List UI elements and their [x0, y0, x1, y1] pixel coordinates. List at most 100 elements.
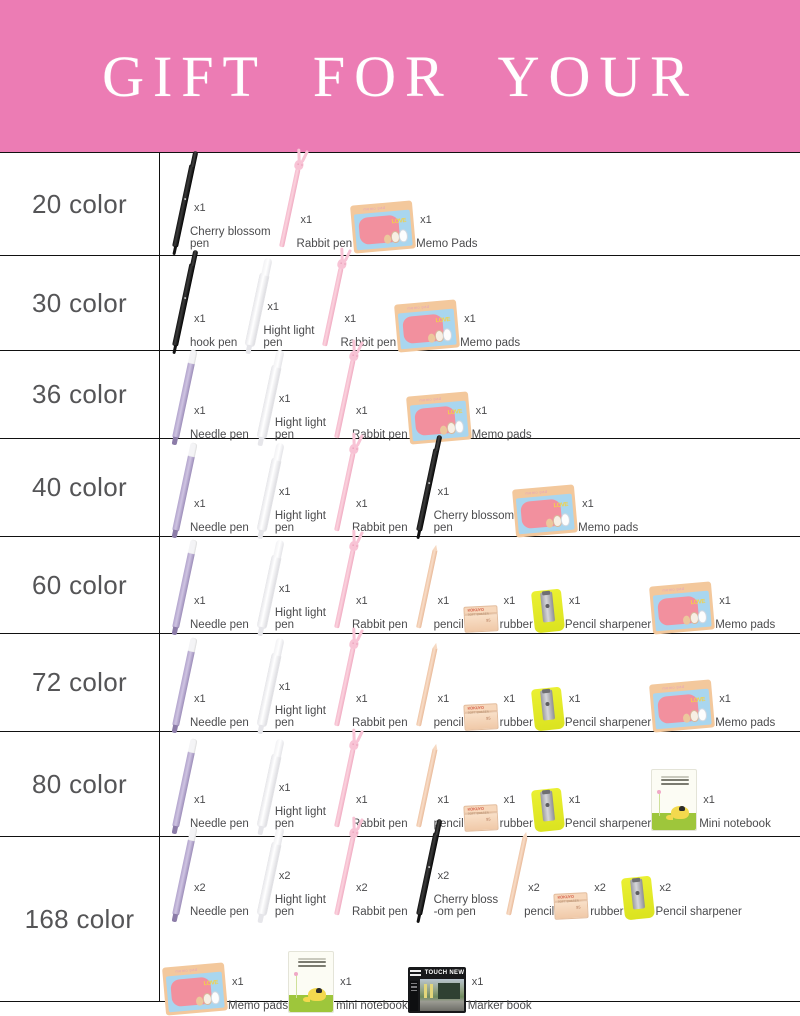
gift-item-name: pencil — [524, 906, 555, 918]
gift-item-name: pencil — [433, 619, 464, 631]
gift-item-meta: x2 Needle pen — [188, 882, 249, 919]
cherry-blossom-pen-image — [164, 159, 196, 251]
highlight-pen-image — [249, 638, 282, 730]
gift-item-meta: x2 Pencil sharpener — [653, 882, 741, 919]
gift-item-meta: x1 Memo pads — [713, 693, 775, 730]
pencil-image — [408, 739, 438, 831]
rubber-eraser-image: KOKUYO SOFT ERASER 95 — [553, 827, 589, 920]
row-label-cell: 40 color — [0, 439, 160, 536]
gift-item: x1 Pencil sharpener — [530, 540, 651, 634]
gift-item-meta: x1 hook pen — [188, 313, 237, 350]
needle-pen-image — [164, 350, 196, 442]
gift-item-meta: x1 mini notebook — [334, 976, 408, 1013]
table-row: 30 color x1 hook pen x1 Hight light pen x1 Rab… — [0, 247, 800, 353]
rabbit-pen-image — [326, 816, 364, 919]
gift-item-meta: x1 Memo pads — [576, 498, 638, 535]
gift-item-meta: x1 Memo pads — [226, 976, 288, 1013]
gift-item-name: Hight light pen — [263, 325, 315, 349]
gift-item-name: Marker book — [467, 1000, 532, 1012]
gift-item-name: Hight light pen — [274, 894, 326, 918]
gift-item: x1 Rabbit pen — [326, 728, 408, 831]
rabbit-pen-image — [326, 432, 364, 535]
gift-item-meta: x1 Memo Pads — [414, 214, 477, 251]
gift-item-name: hook pen — [190, 337, 238, 349]
item-line: x1 Needle pen x1 Hight light pen x1 Rabbit pe… — [164, 627, 798, 733]
gift-item-quantity: x1 — [194, 313, 206, 325]
table-row: 72 color x1 Needle pen x1 Hight light pen x1 R… — [0, 627, 800, 733]
gift-item-quantity: x1 — [471, 976, 484, 988]
gift-item-name: Cherry blossom pen — [433, 509, 515, 534]
gift-item-name: Hight light pen — [274, 704, 326, 729]
memo-pads-image: memo pad LOVE — [394, 258, 461, 353]
gift-item-quantity: x1 — [278, 583, 291, 595]
gift-item: TOUCH NEW x1 Marker book — [407, 921, 532, 1013]
gift-item-meta: x1 Needle pen — [188, 405, 249, 442]
gift-item-meta: x1 Rabbit pen — [350, 595, 408, 632]
gift-item-meta: x1 Memo pads — [470, 405, 532, 442]
marker-book-image: TOUCH NEW — [407, 921, 466, 1013]
gift-item: memo pad LOVE x1 Memo pads — [649, 638, 775, 733]
needle-pen-image — [164, 638, 196, 730]
rabbit-pen-image — [326, 627, 364, 730]
gift-item-quantity: x1 — [355, 794, 368, 806]
gift-item-quantity: x1 — [475, 404, 488, 417]
gift-item-quantity: x1 — [568, 692, 581, 705]
gift-item-meta: x1 pencil — [432, 693, 464, 730]
gift-item-quantity: x1 — [278, 782, 291, 794]
gift-item-name: Memo Pads — [416, 238, 478, 250]
rabbit-pen-image — [326, 529, 364, 632]
gift-item-meta: x1 Pencil sharpener — [563, 693, 651, 730]
pencil-sharpener-image — [530, 638, 566, 731]
gift-item-meta: x2 pencil — [522, 882, 554, 919]
gift-item-quantity: x1 — [355, 404, 368, 417]
gift-item-meta: x1 Pencil sharpener — [563, 794, 651, 831]
gift-item-name: Memo pads — [715, 716, 776, 729]
gift-item: x1 Needle pen — [164, 540, 249, 632]
gift-item: x1 Pencil sharpener — [530, 739, 651, 833]
gift-item-quantity: x1 — [582, 497, 594, 510]
highlight-pen-image — [237, 258, 270, 350]
gift-item-quantity: x2 — [278, 870, 291, 882]
row-items-cell: x1 Needle pen x1 Hight light pen x1 Rabbit pe… — [160, 728, 800, 836]
gift-item-name: Memo pads — [578, 521, 639, 534]
row-items-cell: x1 hook pen x1 Hight light pen x1 Rabbit pen m… — [160, 247, 800, 353]
pencil-image — [498, 827, 528, 919]
gift-item: memo pad LOVE x1 Memo pads — [405, 350, 532, 445]
gift-item-name: Rabbit pen — [340, 337, 397, 349]
gift-item: x1 pencil — [408, 638, 464, 730]
gift-item-quantity: x1 — [719, 692, 731, 705]
row-label: 40 color — [32, 472, 127, 502]
gift-item: x1 mini notebook — [288, 921, 408, 1013]
gift-item-name: Cherry bloss -om pen — [433, 894, 499, 918]
gift-item-meta: x1 Memo pads — [713, 595, 775, 632]
gift-item: memo pad LOVE x1 Memo Pads — [350, 159, 478, 254]
row-label-cell: 80 color — [0, 732, 160, 836]
gift-table-page: GIFT FOR YOUR 20 color x1 Cherry blossom p… — [0, 0, 800, 1016]
gift-item-quantity: x1 — [194, 595, 206, 607]
row-label: 36 color — [32, 379, 127, 409]
gift-item-meta: x1 Hight light pen — [273, 486, 326, 535]
gift-item: x1 Hight light pen — [249, 739, 326, 831]
row-label-cell: 36 color — [0, 351, 160, 438]
cherry-blossom-pen-image — [408, 443, 439, 535]
highlight-pen-image — [249, 350, 282, 442]
pencil-sharpener-image — [621, 827, 656, 921]
pencil-sharpener-image — [530, 739, 566, 833]
item-line: memo pad LOVE x1 Memo pads x1 mini notebook TO… — [162, 921, 798, 1016]
gift-item-quantity: x2 — [194, 882, 206, 894]
gift-item-meta: x1 rubber — [498, 693, 533, 730]
row-label-cell: 30 color — [0, 256, 160, 350]
gift-item-quantity: x1 — [267, 301, 279, 313]
highlight-pen-image — [249, 827, 282, 919]
memo-pads-image: memo pad LOVE — [512, 443, 579, 538]
gift-item: x1 Hight light pen — [249, 638, 326, 730]
gift-item-name: Rabbit pen — [351, 716, 408, 729]
mini-notebook-image — [288, 921, 335, 1013]
item-line: x1 Needle pen x1 Hight light pen x1 Rabbit pe… — [164, 339, 798, 445]
gift-item-quantity: x1 — [568, 595, 581, 607]
gift-item: x1 Hight light pen — [249, 443, 326, 535]
page-title: GIFT FOR YOUR — [102, 43, 698, 109]
needle-pen-image — [164, 827, 196, 919]
gift-item-meta: x2 Rabbit pen — [350, 882, 408, 919]
gift-item: x1 Cherry blossom pen — [164, 159, 271, 251]
